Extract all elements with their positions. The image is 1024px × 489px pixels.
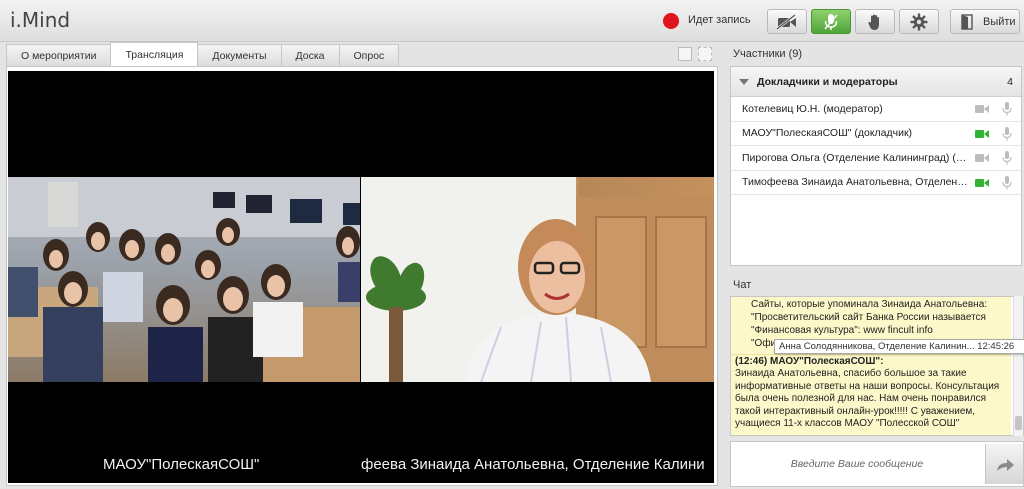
camera-icon (975, 178, 989, 187)
video-caption-speaker: феева Зинаида Анатольевна, Отделение Кал… (361, 456, 705, 473)
view-mode-controls (678, 47, 712, 61)
participant-name: Тимофеева Зинаида Анатольевна, Отделение… (742, 176, 972, 189)
chat-scrollbar[interactable] (1013, 296, 1023, 436)
exit-label: Выйти (983, 15, 1016, 28)
tab-documents[interactable]: Документы (197, 44, 282, 66)
chat-input-row (730, 441, 1024, 487)
camera-off-icon (776, 13, 796, 30)
send-message-button[interactable] (985, 444, 1023, 484)
chat-author-tooltip: Анна Солодянникова, Отделение Калинин...… (774, 339, 1024, 354)
participant-name: Котелевиц Ю.Н. (модератор) (742, 102, 883, 115)
tab-bar: О мероприятии Трансляция Документы Доска… (6, 42, 400, 66)
speaker-video-image (361, 177, 714, 382)
hand-raise-icon (868, 14, 879, 30)
chat-header-bar (726, 274, 1024, 296)
tab-poll[interactable]: Опрос (338, 44, 400, 66)
chat-message: (12:46) МАОУ"ПолескаяСОШ": Зинаида Анато… (731, 354, 1011, 435)
chat-message-line: "Финансовая культура": www fincult info (751, 325, 933, 336)
scrollbar-thumb[interactable] (1015, 416, 1022, 430)
top-bar: i.Mind Идет запись Выйти (0, 0, 1024, 42)
tab-whiteboard[interactable]: Доска (280, 44, 340, 66)
broadcast-stage: МАОУ"ПолескаяСОШ" феева Зинаида Анатолье… (8, 71, 714, 483)
video-caption-classroom: МАОУ"ПолескаяСОШ" (103, 456, 260, 473)
classroom-video-image (8, 177, 360, 382)
group-count: 4 (1007, 75, 1013, 88)
participant-name: Пирогова Ольга (Отделение Калининград) (… (742, 151, 972, 164)
camera-icon (975, 129, 989, 138)
microphone-icon (1002, 102, 1012, 116)
window-mode-icon[interactable] (678, 47, 692, 61)
fullscreen-icon[interactable] (698, 47, 712, 61)
chat-message-header: (12:46) МАОУ"ПолескаяСОШ": (735, 356, 884, 367)
camera-toggle-button[interactable] (767, 9, 807, 34)
microphone-icon (1002, 126, 1012, 140)
raise-hand-button[interactable] (855, 9, 895, 34)
participant-name: МАОУ"ПолескаяСОШ" (докладчик) (742, 127, 913, 140)
recording-indicator-icon (663, 13, 679, 29)
participant-row[interactable]: Пирогова Ольга (Отделение Калининград) (… (731, 146, 1021, 171)
microphone-toggle-button[interactable] (811, 9, 851, 34)
participant-row[interactable]: Котелевиц Ю.Н. (модератор) (731, 97, 1021, 122)
door-exit-icon (961, 13, 973, 30)
send-arrow-icon (996, 459, 1014, 471)
video-feed-classroom[interactable] (8, 177, 360, 382)
participants-title: Участники (9) (733, 48, 803, 60)
recording-label: Идет запись (688, 14, 751, 26)
collapse-arrow-icon (739, 78, 749, 85)
chat-message-input[interactable] (733, 444, 981, 484)
chat-message-line: "Просветительский сайт Банка России назы… (751, 312, 986, 323)
app-logo: i.Mind (10, 8, 71, 32)
microphone-icon (1002, 175, 1012, 189)
tab-broadcast[interactable]: Трансляция (110, 42, 199, 66)
participants-group-header[interactable]: Докладчики и модераторы 4 (731, 67, 1021, 97)
participants-panel: Докладчики и модераторы 4 Котелевиц Ю.Н.… (730, 66, 1022, 266)
camera-icon (975, 154, 989, 162)
settings-button[interactable] (899, 9, 939, 34)
exit-button[interactable]: Выйти (950, 9, 1020, 34)
chat-title: Чат (733, 279, 752, 291)
microphone-icon (824, 13, 838, 30)
camera-icon (975, 105, 989, 113)
group-label: Докладчики и модераторы (757, 75, 898, 88)
chat-messages[interactable]: Сайты, которые упоминала Зинаида Анатоль… (730, 296, 1024, 436)
participant-row[interactable]: Тимофеева Зинаида Анатольевна, Отделение… (731, 171, 1021, 195)
gear-icon (910, 13, 928, 30)
video-feed-speaker[interactable] (361, 177, 714, 382)
chat-message-text: Зинаида Анатольевна, спасибо большое за … (735, 368, 1000, 430)
tab-about-event[interactable]: О мероприятии (6, 44, 112, 66)
microphone-icon (1002, 151, 1012, 165)
participant-row[interactable]: МАОУ"ПолескаяСОШ" (докладчик) (731, 122, 1021, 146)
chat-message-line: Сайты, которые упоминала Зинаида Анатоль… (751, 299, 988, 310)
